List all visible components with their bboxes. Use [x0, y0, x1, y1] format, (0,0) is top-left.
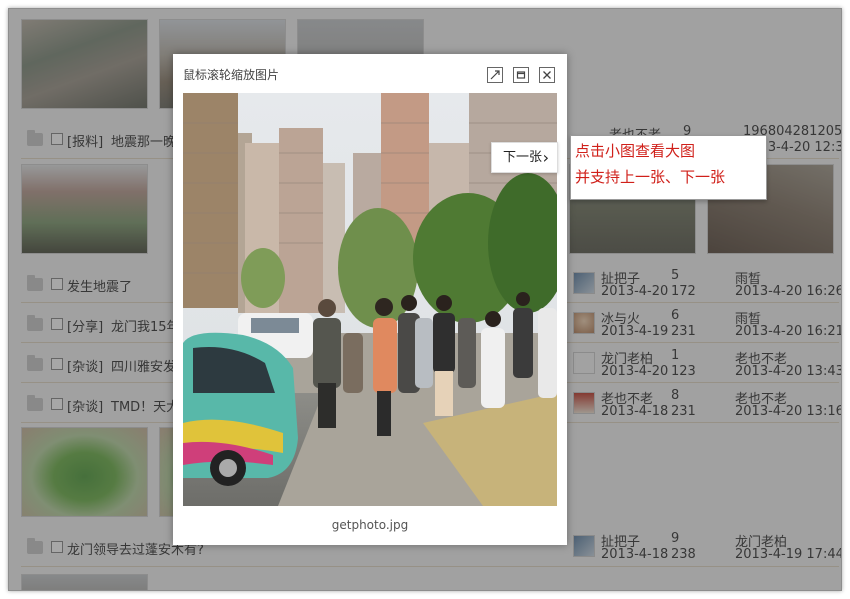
close-button[interactable]: [539, 67, 555, 83]
chevron-right-icon: ›: [542, 148, 549, 167]
restore-window-button[interactable]: [513, 67, 529, 83]
fullscreen-icon: [490, 70, 500, 80]
photo-filename: getphoto.jpg: [331, 518, 409, 532]
tooltip-line-2: 并支持上一张、下一张: [575, 168, 726, 186]
tooltip-line-1: 点击小图查看大图: [575, 142, 696, 160]
restore-window-icon: [516, 71, 526, 79]
next-image-button[interactable]: 下一张 ›: [491, 142, 558, 173]
next-image-label: 下一张: [503, 150, 543, 165]
fullscreen-button[interactable]: [487, 67, 503, 83]
zoom-hint: 鼠标滚轮缩放图片: [183, 68, 280, 82]
close-icon: [543, 71, 551, 79]
image-viewer-dialog: 鼠标滚轮缩放图片 下一张 › getphoto.jpg: [173, 54, 567, 545]
hint-tooltip: 点击小图查看大图 并支持上一张、下一张: [570, 135, 767, 200]
